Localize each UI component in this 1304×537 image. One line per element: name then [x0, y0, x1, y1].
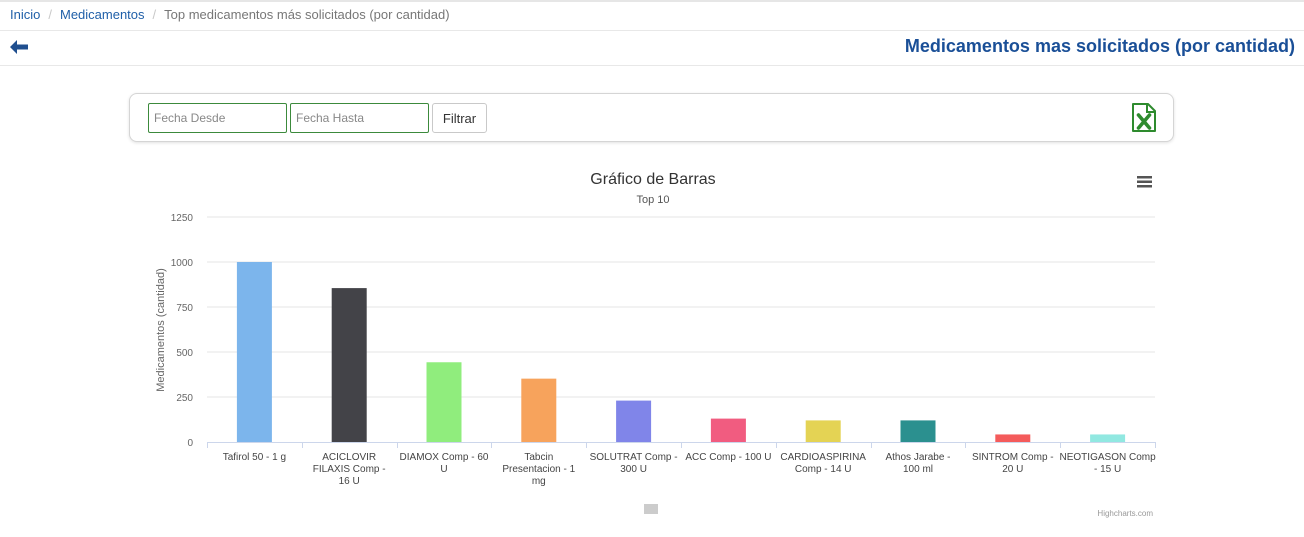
x-tick-label: NEOTIGASON Comp - 15 U: [1060, 452, 1157, 475]
fecha-hasta-input[interactable]: [290, 103, 429, 133]
y-tick-label: 1250: [171, 213, 194, 224]
divider: [0, 65, 1304, 66]
bar[interactable]: [426, 362, 462, 442]
y-tick-label: 0: [187, 438, 193, 449]
bar[interactable]: [900, 420, 936, 442]
page-title: Medicamentos mas solicitados (por cantid…: [904, 36, 1295, 56]
chart-title: Gráfico de Barras: [590, 171, 715, 188]
hamburger-menu-icon[interactable]: [1137, 176, 1152, 188]
bar[interactable]: [331, 288, 367, 442]
x-tick-label: ACC Comp - 100 U: [685, 452, 771, 463]
legend-item[interactable]: [644, 504, 658, 514]
excel-icon[interactable]: [1131, 103, 1157, 132]
fecha-desde-input[interactable]: [148, 103, 287, 133]
bar[interactable]: [710, 418, 746, 442]
divider: [0, 30, 1304, 31]
y-tick-label: 500: [176, 348, 193, 359]
bar[interactable]: [616, 400, 652, 442]
breadcrumb-section-link[interactable]: Medicamentos: [60, 7, 145, 22]
x-tick-label: Tabcin Presentacion - 1 mg: [502, 452, 575, 487]
y-tick-label: 750: [176, 303, 193, 314]
breadcrumb-separator: /: [152, 7, 157, 22]
bar[interactable]: [521, 378, 557, 442]
x-tick-label: SOLUTRAT Comp -300 U: [590, 452, 678, 475]
arrow-left-icon[interactable]: [9, 39, 29, 55]
filtrar-button[interactable]: Filtrar: [432, 103, 487, 133]
bar-chart: Gráfico de Barras Top 10 Medicamentos (c…: [155, 171, 1157, 518]
x-tick-label: ACICLOVIR FILAXIS Comp -16 U: [313, 452, 386, 487]
breadcrumb-home-link[interactable]: Inicio: [10, 7, 40, 22]
x-tick-label: Tafirol 50 - 1 g: [223, 452, 286, 463]
bar[interactable]: [805, 420, 841, 442]
x-tick-label: SINTROM Comp -20 U: [972, 452, 1054, 475]
top-border: [0, 0, 1304, 2]
breadcrumb-separator: /: [48, 7, 52, 22]
x-tick-label: DIAMOX Comp - 60 U: [400, 452, 489, 475]
bar[interactable]: [1090, 434, 1126, 442]
chart-subtitle: Top 10: [636, 194, 669, 206]
bar[interactable]: [236, 262, 272, 442]
y-axis-title: Medicamentos (cantidad): [155, 268, 167, 392]
highcharts-credit[interactable]: Highcharts.com: [1097, 509, 1153, 518]
filter-panel: Filtrar: [129, 93, 1174, 142]
y-tick-label: 1000: [171, 258, 194, 269]
x-tick-label: Athos Jarabe -100 ml: [885, 452, 950, 475]
y-tick-label: 250: [176, 393, 193, 404]
breadcrumb-current: Top medicamentos más solicitados (por ca…: [164, 7, 450, 22]
bar[interactable]: [995, 434, 1031, 442]
breadcrumb: Inicio / Medicamentos / Top medicamentos…: [10, 7, 450, 22]
x-tick-label: CARDIOASPIRINA Comp - 14 U: [780, 452, 866, 475]
